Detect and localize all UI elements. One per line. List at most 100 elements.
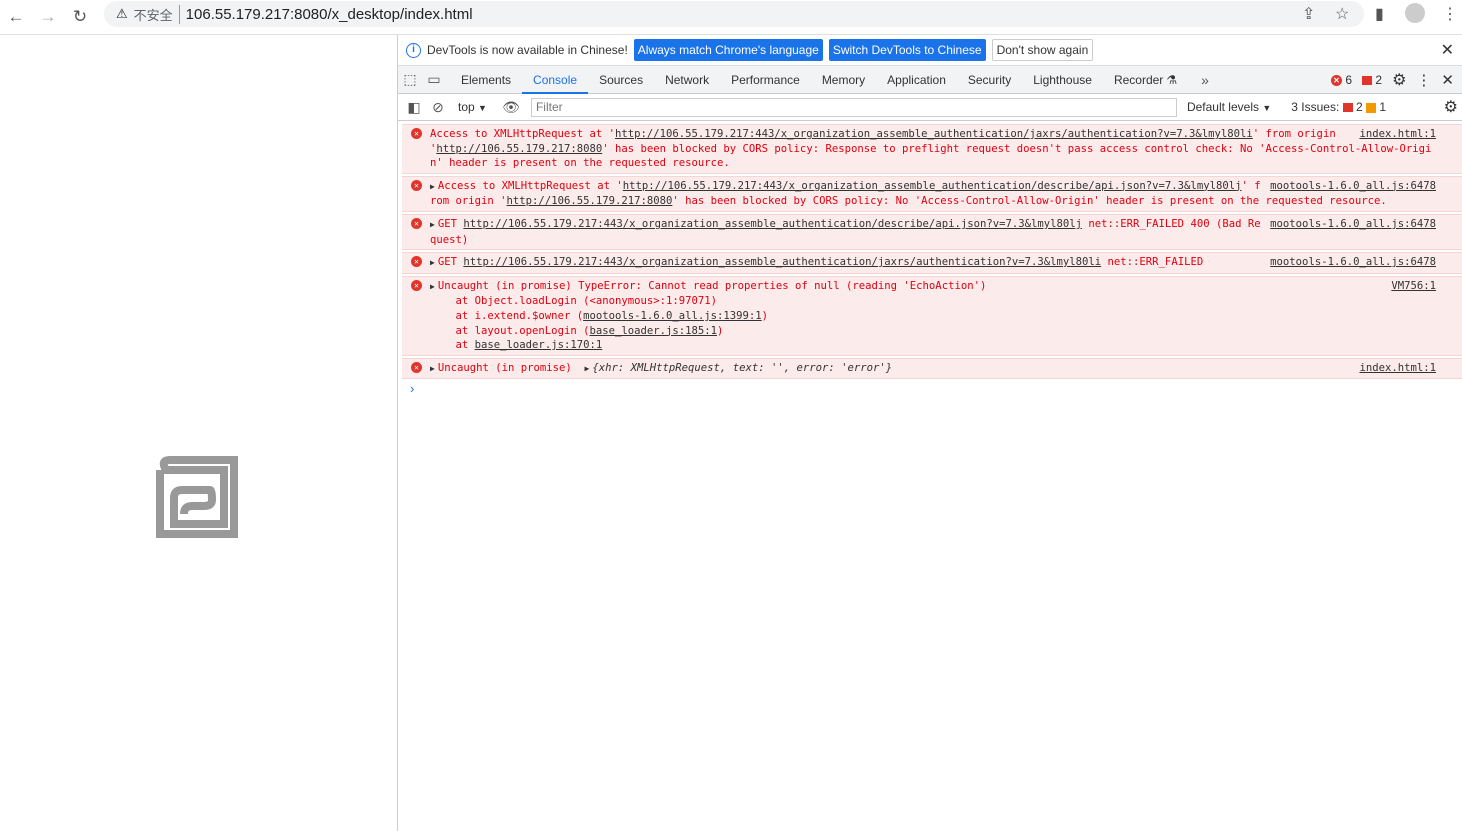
tab-performance[interactable]: Performance (720, 66, 811, 94)
devtools-tabs: ⬚ ▭ Elements Console Sources Network Per… (398, 66, 1462, 94)
issues-error-count: 2 (1355, 100, 1363, 114)
stack-link[interactable]: base_loader.js:185:1 (589, 325, 717, 337)
stack-link[interactable]: base_loader.js:170:1 (475, 339, 603, 351)
expand-icon[interactable]: ▶ (430, 364, 435, 373)
expand-object-icon[interactable]: ▶ (585, 364, 590, 373)
error-icon: ✕ (411, 256, 422, 268)
url-link[interactable]: http://106.55.179.217:443/x_organization… (615, 128, 1253, 140)
issue-error-icon (1342, 103, 1353, 113)
loading-logo (156, 456, 238, 538)
url-link[interactable]: http://106.55.179.217:8080 (507, 195, 673, 207)
more-options-icon[interactable]: ⋮ (1416, 71, 1431, 89)
inspect-icon[interactable]: ⬚ (398, 71, 422, 88)
msg-text: GET (437, 256, 464, 269)
tab-elements[interactable]: Elements (450, 66, 522, 94)
tab-console[interactable]: Console (522, 66, 589, 94)
chevron-down-icon: ▼ (478, 103, 487, 113)
error-count[interactable]: ✕ 6 (1331, 73, 1352, 87)
url-link[interactable]: http://106.55.179.217:443/x_organization… (623, 180, 1242, 192)
tab-sources[interactable]: Sources (588, 66, 654, 94)
tab-recorder[interactable]: Recorder (1103, 66, 1174, 94)
stack-paren: ) (761, 309, 769, 322)
msg-text: Uncaught (in promise) TypeError: Cannot … (437, 279, 987, 292)
devtools-panel: i DevTools is now available in Chinese! … (397, 35, 1462, 831)
tab-memory[interactable]: Memory (811, 66, 876, 94)
stack-link[interactable]: mootools-1.6.0_all.js:1399:1 (583, 310, 762, 322)
levels-label: Default levels (1186, 100, 1259, 114)
clear-console-icon[interactable]: ⊘ (426, 99, 450, 116)
error-icon: ✕ (411, 179, 422, 191)
msg-text: net::ERR_FAILED (1101, 256, 1204, 269)
side-panel-icon[interactable]: ▮ (1375, 4, 1384, 24)
source-link[interactable]: mootools-1.6.0_all.js:6478 (1270, 255, 1436, 270)
more-tabs-icon[interactable]: » (1193, 72, 1217, 88)
profile-avatar[interactable] (1405, 3, 1425, 23)
url-link[interactable]: http://106.55.179.217:8080 (436, 143, 602, 155)
stack-line: at (430, 339, 475, 352)
forward-icon[interactable]: → (32, 7, 64, 27)
error-icon: ✕ (411, 217, 422, 229)
browser-toolbar: ← → ↻ ⚠ 不安全 106.55.179.217:8080/x_deskto… (0, 0, 1462, 35)
expand-icon[interactable]: ▶ (430, 220, 435, 229)
tab-network[interactable]: Network (654, 66, 720, 94)
match-language-button[interactable]: Always match Chrome's language (633, 39, 823, 61)
console-prompt[interactable]: › (398, 381, 1462, 396)
tab-lighthouse[interactable]: Lighthouse (1022, 66, 1103, 94)
eye-icon[interactable]: 👁 (499, 99, 523, 116)
console-error: ✕ index.html:1 ▶ Uncaught (in promise) ▶ {xh… (402, 357, 1462, 380)
source-link[interactable]: mootools-1.6.0_all.js:6478 (1270, 217, 1436, 232)
chevron-down-icon: ▼ (1262, 103, 1272, 113)
url-link[interactable]: http://106.55.179.217:443/x_organization… (463, 218, 1082, 230)
error-count-text: 6 (1345, 73, 1353, 87)
switch-chinese-button[interactable]: Switch DevTools to Chinese (828, 39, 986, 61)
source-link[interactable]: index.html:1 (1359, 361, 1436, 376)
tab-application[interactable]: Application (876, 66, 957, 94)
menu-icon[interactable]: ⋮ (1442, 4, 1458, 24)
error-object[interactable]: {xhr: XMLHttpRequest, text: '', error: '… (592, 362, 892, 374)
issue-flag-icon (1362, 76, 1373, 86)
source-link[interactable]: index.html:1 (1359, 127, 1436, 142)
settings-icon[interactable]: ⚙ (1392, 70, 1406, 90)
error-icon: ✕ (411, 361, 422, 373)
filter-input[interactable]: Filter (530, 97, 1177, 117)
source-link[interactable]: VM756:1 (1391, 279, 1436, 294)
issues-label: 3 Issues: (1291, 100, 1340, 114)
context-selector[interactable]: top ▼ (458, 100, 487, 114)
console-error: ✕ index.html:1 Access to XMLHttpRequest at… (402, 124, 1462, 174)
url-link[interactable]: http://106.55.179.217:443/x_organization… (463, 256, 1101, 268)
warning-icon: ⚠ (116, 6, 128, 21)
expand-icon[interactable]: ▶ (430, 182, 435, 191)
expand-icon[interactable]: ▶ (430, 258, 435, 267)
source-link[interactable]: mootools-1.6.0_all.js:6478 (1270, 179, 1436, 194)
share-icon[interactable]: ⇪ (1302, 4, 1315, 24)
warning-count-text: 2 (1375, 73, 1383, 87)
star-icon[interactable]: ☆ (1335, 4, 1349, 24)
sidebar-toggle-icon[interactable]: ◧ (402, 99, 426, 116)
stack-paren: ) (717, 324, 724, 337)
close-icon[interactable]: ✕ (1441, 40, 1454, 60)
console-error: ✕ mootools-1.6.0_all.js:6478 ▶ GET http://1… (402, 213, 1462, 251)
error-icon: ✕ (411, 279, 422, 291)
device-toolbar-icon[interactable]: ▭ (422, 71, 446, 88)
console-messages: ✕ index.html:1 Access to XMLHttpRequest at… (398, 121, 1462, 396)
issues-warning-count: 1 (1379, 100, 1387, 114)
reload-icon[interactable]: ↻ (64, 7, 96, 27)
stack-line: at i.extend.$owner ( (430, 309, 584, 322)
address-bar[interactable]: ⚠ 不安全 106.55.179.217:8080/x_desktop/inde… (104, 1, 1364, 27)
tab-security[interactable]: Security (957, 66, 1022, 94)
levels-dropdown[interactable]: Default levels ▼ (1187, 100, 1271, 114)
warning-count[interactable]: 2 (1362, 73, 1382, 87)
msg-text: ' has been blocked by CORS policy: No 'A… (672, 195, 1387, 208)
context-label: top (458, 100, 475, 114)
msg-text: Uncaught (in promise) (437, 361, 579, 374)
back-icon[interactable]: ← (0, 7, 32, 27)
close-devtools-icon[interactable]: ✕ (1441, 71, 1454, 89)
console-settings-icon[interactable]: ⚙ (1444, 97, 1458, 117)
expand-icon[interactable]: ▶ (430, 282, 435, 291)
language-infobar: i DevTools is now available in Chinese! … (398, 35, 1462, 66)
error-icon: ✕ (411, 128, 422, 139)
dont-show-button[interactable]: Don't show again (991, 39, 1094, 61)
issues-button[interactable]: 3 Issues: 2 1 (1291, 100, 1386, 114)
infobar-text: DevTools is now available in Chinese! (427, 43, 628, 57)
console-error: ✕ VM756:1 ▶ Uncaught (in promise) TypeError… (402, 275, 1462, 356)
